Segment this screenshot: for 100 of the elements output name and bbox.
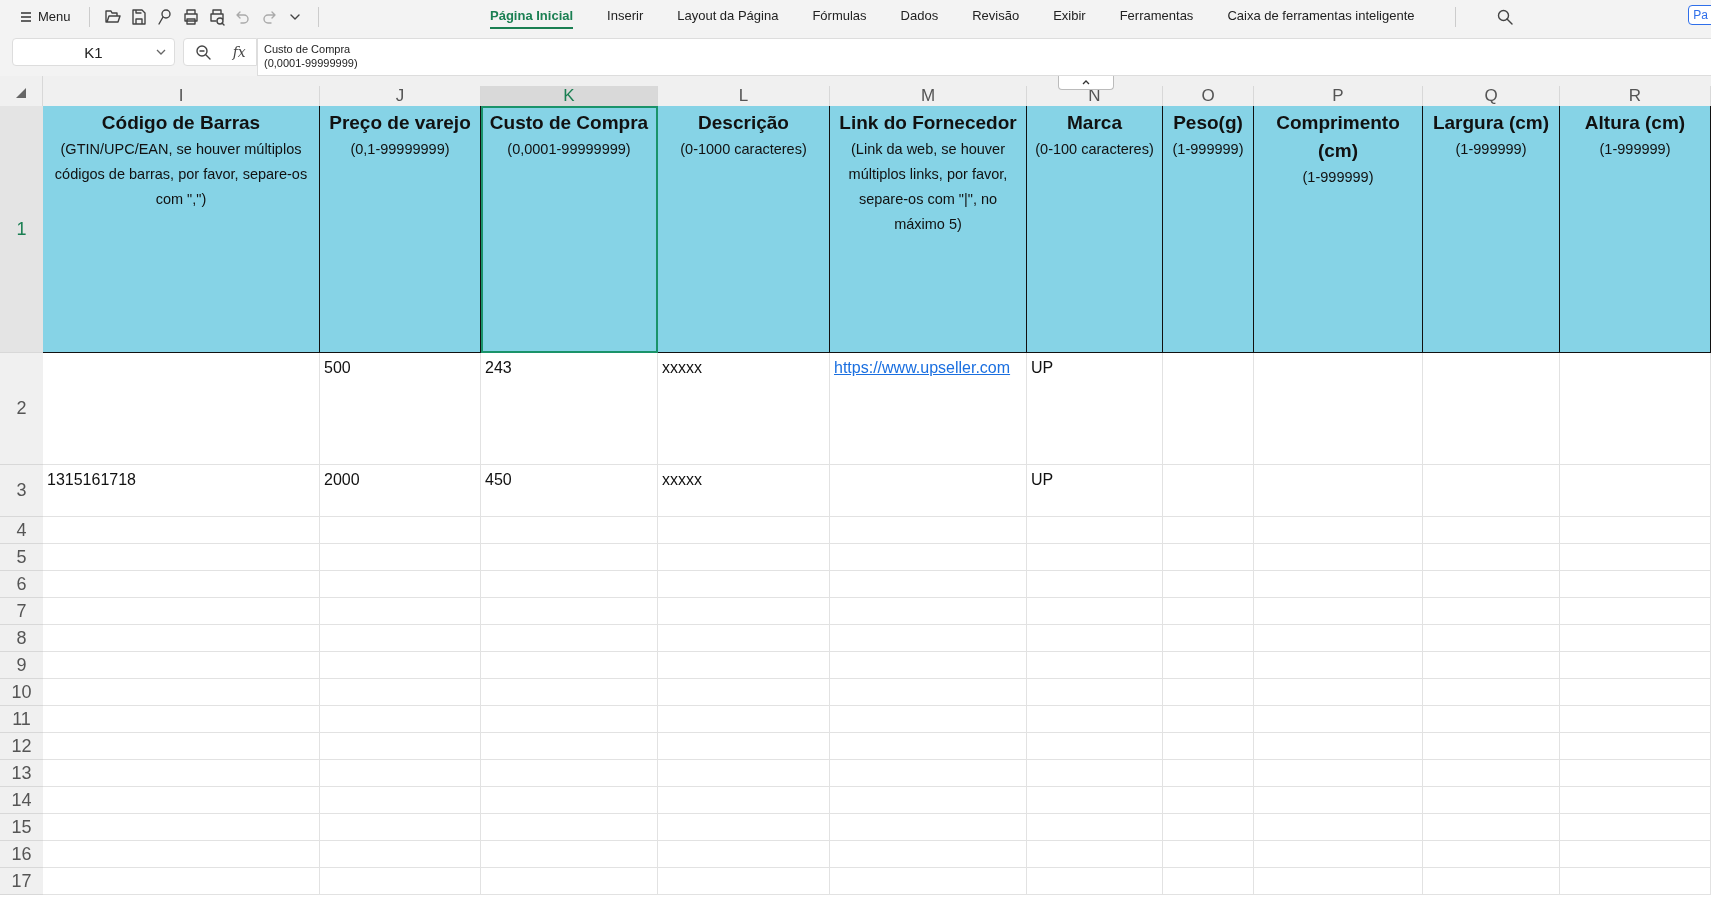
empty-cell[interactable] bbox=[1560, 353, 1711, 465]
ribbon-tab[interactable]: Página Inicial bbox=[490, 4, 574, 29]
empty-cell[interactable] bbox=[1560, 733, 1711, 760]
ribbon-tab[interactable]: Layout da Página bbox=[677, 4, 779, 29]
empty-cell[interactable] bbox=[481, 787, 658, 814]
empty-cell[interactable] bbox=[320, 571, 481, 598]
empty-cell[interactable] bbox=[1423, 868, 1560, 895]
empty-cell[interactable] bbox=[1027, 733, 1163, 760]
empty-cell[interactable] bbox=[481, 868, 658, 895]
empty-cell[interactable] bbox=[1423, 598, 1560, 625]
empty-cell[interactable] bbox=[1423, 814, 1560, 841]
header-cell[interactable]: Custo de Compra (0,0001-99999999) bbox=[481, 106, 658, 353]
header-cell[interactable]: Código de Barras (GTIN/UPC/EAN, se houver múltiplos códigos de barras, por favor, separe-os com ",") bbox=[43, 106, 320, 353]
empty-cell[interactable] bbox=[658, 598, 830, 625]
empty-cell[interactable] bbox=[1027, 868, 1163, 895]
header-cell[interactable]: Largura (cm) (1-999999) bbox=[1423, 106, 1560, 353]
empty-cell[interactable] bbox=[830, 841, 1027, 868]
empty-cell[interactable] bbox=[1560, 787, 1711, 814]
empty-cell[interactable] bbox=[1027, 544, 1163, 571]
empty-cell[interactable] bbox=[1560, 814, 1711, 841]
row-header[interactable]: 3 bbox=[0, 465, 43, 517]
empty-cell[interactable] bbox=[1027, 760, 1163, 787]
print-icon[interactable] bbox=[181, 7, 200, 26]
empty-cell[interactable] bbox=[658, 733, 830, 760]
empty-cell[interactable] bbox=[830, 598, 1027, 625]
empty-cell[interactable] bbox=[658, 841, 830, 868]
empty-cell[interactable] bbox=[1163, 571, 1254, 598]
empty-cell[interactable] bbox=[1423, 517, 1560, 544]
row-header[interactable]: 2 bbox=[0, 353, 43, 465]
caret-icon[interactable] bbox=[156, 48, 166, 56]
empty-cell[interactable] bbox=[1254, 465, 1423, 517]
empty-cell[interactable] bbox=[1027, 787, 1163, 814]
row-header[interactable]: 16 bbox=[0, 841, 43, 868]
table-cell[interactable]: xxxxx bbox=[658, 465, 830, 517]
empty-cell[interactable] bbox=[1560, 625, 1711, 652]
empty-cell[interactable] bbox=[320, 868, 481, 895]
empty-cell[interactable] bbox=[1254, 868, 1423, 895]
row-header[interactable]: 17 bbox=[0, 868, 43, 895]
empty-cell[interactable] bbox=[320, 544, 481, 571]
empty-cell[interactable] bbox=[830, 517, 1027, 544]
table-cell[interactable]: 2000 bbox=[320, 465, 481, 517]
empty-cell[interactable] bbox=[320, 625, 481, 652]
supplier-link[interactable]: https://www.upseller.com bbox=[834, 359, 1011, 376]
ribbon-tab[interactable]: Fórmulas bbox=[812, 4, 867, 29]
empty-cell[interactable] bbox=[1163, 841, 1254, 868]
empty-cell[interactable] bbox=[658, 571, 830, 598]
table-cell[interactable]: UP bbox=[1027, 465, 1163, 517]
empty-cell[interactable] bbox=[1027, 652, 1163, 679]
empty-cell[interactable] bbox=[481, 679, 658, 706]
ribbon-tab[interactable]: Ferramentas bbox=[1119, 4, 1194, 29]
empty-cell[interactable] bbox=[1560, 465, 1711, 517]
empty-cell[interactable] bbox=[481, 571, 658, 598]
row-header[interactable]: 6 bbox=[0, 571, 43, 598]
empty-cell[interactable] bbox=[1560, 544, 1711, 571]
empty-cell[interactable] bbox=[1027, 679, 1163, 706]
empty-cell[interactable] bbox=[658, 679, 830, 706]
empty-cell[interactable] bbox=[1027, 598, 1163, 625]
empty-cell[interactable] bbox=[1423, 787, 1560, 814]
function-button[interactable]: fx bbox=[232, 44, 246, 60]
empty-cell[interactable] bbox=[1027, 625, 1163, 652]
empty-cell[interactable] bbox=[1254, 787, 1423, 814]
empty-cell[interactable] bbox=[1254, 679, 1423, 706]
table-cell[interactable]: 500 bbox=[320, 353, 481, 465]
empty-cell[interactable] bbox=[1254, 517, 1423, 544]
empty-cell[interactable] bbox=[1163, 652, 1254, 679]
row-header[interactable]: 15 bbox=[0, 814, 43, 841]
empty-cell[interactable] bbox=[481, 733, 658, 760]
table-cell[interactable]: xxxxx bbox=[658, 353, 830, 465]
menu-button[interactable]: Menu bbox=[16, 7, 75, 26]
empty-cell[interactable] bbox=[830, 868, 1027, 895]
empty-cell[interactable] bbox=[1163, 787, 1254, 814]
empty-cell[interactable] bbox=[1254, 571, 1423, 598]
header-cell[interactable]: Peso(g) (1-999999) bbox=[1163, 106, 1254, 353]
row-header[interactable]: 5 bbox=[0, 544, 43, 571]
empty-cell[interactable] bbox=[320, 814, 481, 841]
empty-cell[interactable] bbox=[320, 517, 481, 544]
empty-cell[interactable] bbox=[1254, 733, 1423, 760]
empty-cell[interactable] bbox=[1027, 814, 1163, 841]
empty-cell[interactable] bbox=[1163, 544, 1254, 571]
row-header[interactable]: 14 bbox=[0, 787, 43, 814]
empty-cell[interactable] bbox=[658, 652, 830, 679]
table-cell[interactable]: 450 bbox=[481, 465, 658, 517]
empty-cell[interactable] bbox=[658, 544, 830, 571]
empty-cell[interactable] bbox=[1254, 814, 1423, 841]
empty-cell[interactable] bbox=[830, 814, 1027, 841]
empty-cell[interactable] bbox=[1560, 868, 1711, 895]
header-cell[interactable]: Comprimento (cm) (1-999999) bbox=[1254, 106, 1423, 353]
empty-cell[interactable] bbox=[1163, 733, 1254, 760]
empty-cell[interactable] bbox=[320, 733, 481, 760]
empty-cell[interactable] bbox=[658, 868, 830, 895]
empty-cell[interactable] bbox=[1560, 517, 1711, 544]
ribbon-tab[interactable]: Caixa de ferramentas inteligente bbox=[1227, 4, 1415, 29]
folder-icon[interactable] bbox=[103, 7, 122, 26]
empty-cell[interactable] bbox=[1163, 868, 1254, 895]
ribbon-tab[interactable]: Revisão bbox=[972, 4, 1020, 29]
empty-cell[interactable] bbox=[1163, 706, 1254, 733]
table-cell[interactable]: 1315161718 bbox=[43, 465, 320, 517]
empty-cell[interactable] bbox=[481, 814, 658, 841]
empty-cell[interactable] bbox=[481, 706, 658, 733]
header-cell[interactable]: Altura (cm) (1-999999) bbox=[1560, 106, 1711, 353]
